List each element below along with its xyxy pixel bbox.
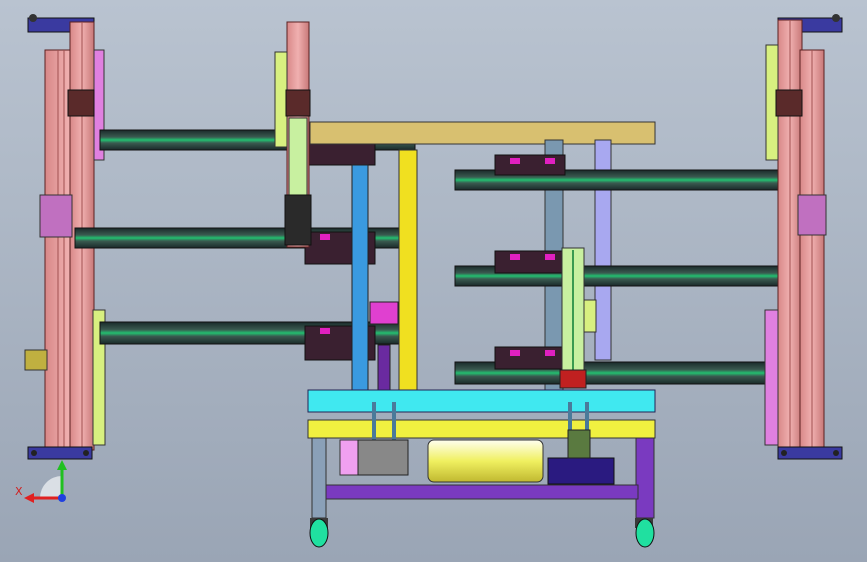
cyan-table-top [307, 389, 656, 413]
motor-fins [357, 439, 409, 476]
motor-coupling [339, 439, 359, 476]
caster-left [309, 518, 329, 548]
left-top-bolt [29, 14, 37, 22]
yellow-motor [427, 439, 544, 483]
yellow-table-frame [307, 419, 656, 439]
left-upper-bracket [67, 89, 95, 117]
blue-post [351, 164, 369, 391]
caster-right [635, 518, 655, 548]
actuator-red-head [559, 369, 587, 389]
right-frame-assembly [764, 14, 843, 460]
right-rails [454, 154, 781, 385]
purple-rod [377, 344, 391, 391]
y-axis-arrow-head [57, 460, 67, 470]
center-side-plate [274, 51, 288, 148]
left-mid-block [39, 194, 73, 238]
center-bracket [285, 89, 311, 117]
yellow-post [398, 149, 418, 391]
left-base-plate [27, 446, 93, 460]
cart-leg-left [311, 437, 327, 519]
gearbox [547, 457, 615, 485]
axis-triad[interactable]: X [15, 460, 67, 503]
x-axis-arrow-head [24, 493, 34, 503]
casters [309, 518, 655, 548]
right-side-plate-bottom [764, 309, 779, 446]
machine-drawing: X [15, 14, 843, 548]
center-gripper [284, 194, 312, 246]
triad-quadrant [40, 476, 62, 498]
right-base-plate [777, 446, 843, 460]
right-mid-block [797, 194, 827, 236]
cad-viewport[interactable]: X [0, 0, 867, 562]
cart-leg-right [635, 437, 655, 519]
right-upper-bracket [775, 89, 803, 117]
left-side-sensor [24, 349, 48, 371]
x-axis-label: X [15, 485, 23, 498]
actuator-side-plate [583, 299, 597, 333]
center-left-column [274, 21, 312, 248]
cart-lower-rail [325, 484, 639, 500]
center-magenta-clamp [369, 301, 399, 325]
z-axis-dot [58, 494, 66, 502]
cart-assembly [307, 389, 656, 519]
